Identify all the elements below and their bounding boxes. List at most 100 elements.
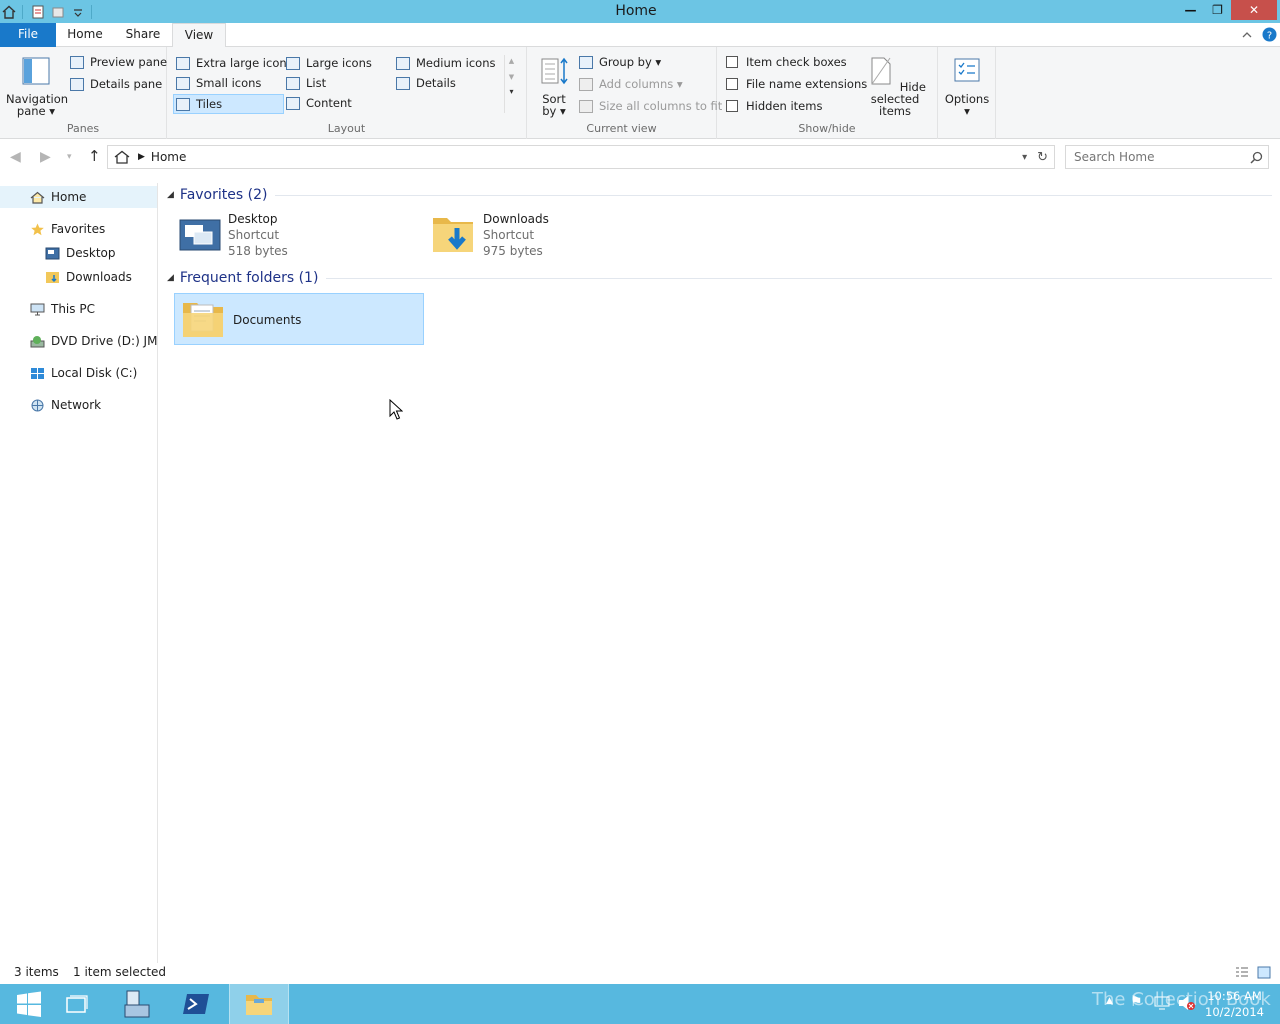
task-view-button[interactable] <box>48 984 106 1024</box>
nav-desktop-label: Desktop <box>66 246 116 260</box>
details-view-icon[interactable] <box>1235 966 1249 979</box>
layout-details[interactable]: Details <box>396 76 456 90</box>
title-bar: Home — ❐ ✕ <box>0 0 1280 23</box>
breadcrumb-home[interactable]: Home <box>151 150 186 164</box>
preview-pane-label: Preview pane <box>90 55 168 69</box>
details-icon <box>396 76 410 90</box>
item-check-boxes-toggle[interactable]: Item check boxes <box>726 55 847 69</box>
layout-medium-icons[interactable]: Medium icons <box>396 56 495 70</box>
content-icon <box>286 96 300 110</box>
svg-text:?: ? <box>1267 31 1272 42</box>
nav-item-local-disk[interactable]: Local Disk (C:) <box>0 362 157 384</box>
volume-muted-icon[interactable] <box>1178 995 1196 1011</box>
tile-downloads[interactable]: Downloads Shortcut 975 bytes <box>429 210 679 262</box>
hidden-items-toggle[interactable]: Hidden items <box>726 99 822 113</box>
add-columns-button[interactable]: Add columns ▾ <box>579 77 683 91</box>
layout-extra-large-icons[interactable]: Extra large icons <box>176 56 293 70</box>
computer-icon <box>30 303 45 315</box>
back-icon[interactable]: ◀ <box>10 149 21 165</box>
layout-content[interactable]: Content <box>286 96 352 110</box>
nav-favorites-label: Favorites <box>51 222 106 236</box>
ribbon: Navigation pane ▾ Preview pane Details p… <box>0 47 1280 139</box>
action-center-flag-icon[interactable]: ⚑ <box>1130 994 1143 1010</box>
ribbon-tabs: File Home Share View ? <box>0 23 1280 48</box>
layout-gallery-scroll[interactable]: ▲ ▼ ▾ <box>504 55 518 113</box>
tab-file[interactable]: File <box>0 23 56 47</box>
current-view-group-label: Current view <box>586 122 657 135</box>
nav-item-network[interactable]: Network <box>0 394 157 416</box>
refresh-icon[interactable]: ↻ <box>1037 150 1048 165</box>
tile-documents[interactable]: Documents <box>174 293 424 345</box>
breadcrumb-chevron-icon[interactable]: ▶ <box>138 152 145 162</box>
nav-item-desktop[interactable]: Desktop <box>0 242 157 264</box>
file-explorer-button[interactable] <box>229 984 289 1024</box>
show-hidden-icons-icon[interactable]: ▲ <box>1106 996 1113 1006</box>
layout-list[interactable]: List <box>286 76 326 90</box>
search-box[interactable] <box>1065 145 1269 169</box>
home-icon <box>30 191 45 204</box>
nav-item-downloads[interactable]: Downloads <box>0 266 157 288</box>
downloads-folder-icon <box>46 271 59 283</box>
collapse-icon[interactable]: ◢ <box>167 190 174 200</box>
layout-group: Extra large icons Large icons Medium ico… <box>167 47 527 139</box>
large-icons-view-icon[interactable] <box>1257 966 1271 979</box>
nav-item-home[interactable]: Home <box>0 186 157 208</box>
large-icons-label: Large icons <box>306 56 372 70</box>
address-dropdown-icon[interactable]: ▾ <box>1022 152 1027 163</box>
network-tray-icon[interactable] <box>1154 996 1172 1010</box>
up-icon[interactable]: ↑ <box>88 147 101 165</box>
hide-selected-items-button[interactable]: Hide selected items <box>857 55 933 117</box>
group-divider <box>326 277 1272 279</box>
restore-button[interactable]: ❐ <box>1204 0 1231 20</box>
powershell-button[interactable] <box>168 984 226 1024</box>
help-icon[interactable]: ? <box>1262 27 1277 42</box>
layout-large-icons[interactable]: Large icons <box>286 56 372 70</box>
medium-icons-icon <box>396 56 410 70</box>
collapse-icon[interactable]: ◢ <box>167 273 174 283</box>
search-input[interactable] <box>1074 150 1250 164</box>
close-icon: ✕ <box>1248 3 1260 17</box>
details-pane-button[interactable]: Details pane <box>70 77 162 91</box>
minimize-ribbon-icon[interactable] <box>1241 29 1253 41</box>
hidden-items-checkbox[interactable] <box>726 100 738 112</box>
network-icon <box>31 399 44 411</box>
nav-item-favorites[interactable]: Favorites <box>0 218 157 240</box>
nav-item-this-pc[interactable]: This PC <box>0 298 157 320</box>
tile-desktop-size: 518 bytes <box>228 244 288 258</box>
gallery-up-icon[interactable]: ▲ <box>505 57 518 65</box>
close-button[interactable]: ✕ <box>1231 0 1277 20</box>
favorites-group-header[interactable]: ◢ Favorites (2) <box>167 184 1272 206</box>
clock[interactable]: 10:56 AM 10/2/2014 <box>1205 988 1264 1020</box>
tab-share[interactable]: Share <box>118 23 168 47</box>
sort-by-button[interactable]: Sort by ▾ <box>535 55 573 117</box>
file-name-extensions-checkbox[interactable] <box>726 78 738 90</box>
group-by-button[interactable]: Group by ▾ <box>579 55 661 69</box>
powershell-icon <box>183 994 209 1014</box>
tab-home[interactable]: Home <box>60 23 110 47</box>
size-columns-button[interactable]: Size all columns to fit <box>579 99 722 113</box>
gallery-down-icon[interactable]: ▼ <box>505 73 518 81</box>
show-hide-group: Item check boxes File name extensions Hi… <box>717 47 938 139</box>
small-icons-icon <box>176 76 190 90</box>
item-check-boxes-checkbox[interactable] <box>726 56 738 68</box>
sort-by-label: Sort by <box>542 92 566 118</box>
forward-icon[interactable]: ▶ <box>40 149 51 165</box>
nav-item-dvd-drive[interactable]: DVD Drive (D:) JM1_SSS_X64FREV_EN-US_DV9 <box>0 330 157 352</box>
file-name-extensions-toggle[interactable]: File name extensions <box>726 77 867 91</box>
tab-view[interactable]: View <box>172 23 226 48</box>
tile-desktop[interactable]: Desktop Shortcut 518 bytes <box>174 210 424 262</box>
minimize-button[interactable]: — <box>1177 0 1204 20</box>
address-bar[interactable]: ▶ Home ▾ ↻ <box>107 145 1055 169</box>
preview-pane-button[interactable]: Preview pane <box>70 55 167 69</box>
frequent-folders-group-header[interactable]: ◢ Frequent folders (1) <box>167 267 1272 289</box>
recent-locations-icon[interactable]: ▾ <box>67 152 72 162</box>
server-manager-button[interactable] <box>107 984 165 1024</box>
layout-small-icons[interactable]: Small icons <box>176 76 261 90</box>
gallery-more-icon[interactable]: ▾ <box>505 87 518 96</box>
options-button[interactable]: Options ▾ <box>941 55 993 117</box>
search-icon[interactable] <box>1250 151 1263 164</box>
navigation-pane-button[interactable]: Navigation pane ▾ <box>6 55 68 117</box>
frequent-header-label: Frequent folders (1) <box>179 270 319 286</box>
layout-tiles[interactable]: Tiles <box>173 94 284 114</box>
details-label: Details <box>416 76 456 90</box>
